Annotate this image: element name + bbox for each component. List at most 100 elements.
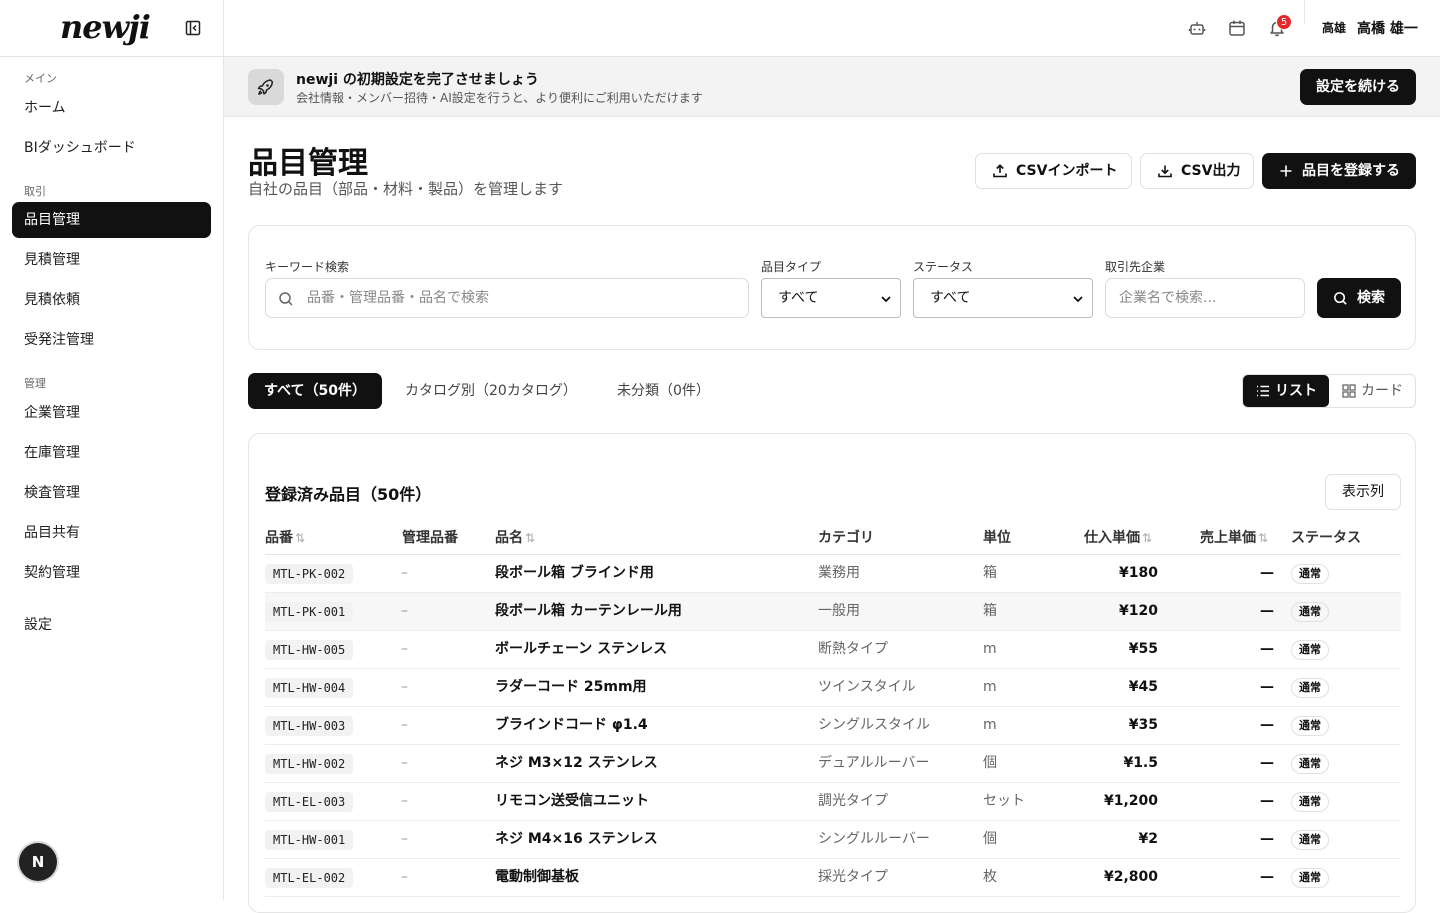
calendar-icon[interactable] bbox=[1228, 19, 1246, 37]
item-mgmt-code: – bbox=[401, 831, 408, 847]
item-sell-price: — bbox=[1260, 603, 1274, 619]
register-item-button[interactable]: 品目を登録する bbox=[1262, 153, 1416, 189]
item-sell-price: — bbox=[1260, 831, 1274, 847]
csv-export-button[interactable]: CSV出力 bbox=[1140, 153, 1254, 189]
status-badge: 通常 bbox=[1291, 640, 1329, 660]
notification-badge: 5 bbox=[1276, 14, 1292, 30]
csv-import-label: CSVインポート bbox=[1016, 163, 1118, 179]
status-badge: 通常 bbox=[1291, 564, 1329, 584]
search-button[interactable]: 検索 bbox=[1317, 278, 1401, 318]
sidebar-item-home[interactable]: ホーム bbox=[12, 90, 211, 126]
sidebar-section-admin: 管理 bbox=[24, 377, 46, 390]
keyword-search-input[interactable]: 品番・管理品番・品名で検索 bbox=[265, 278, 749, 318]
status-select[interactable]: すべて bbox=[913, 278, 1093, 318]
table-row[interactable]: MTL-PK-001 – 段ボール箱 カーテンレール用 一般用 箱 ¥120 — 通常 bbox=[265, 593, 1401, 631]
item-name[interactable]: ブラインドコード φ1.4 bbox=[495, 707, 648, 744]
item-category: ツインスタイル bbox=[818, 679, 916, 695]
sidebar-item-orders[interactable]: 受発注管理 bbox=[12, 322, 211, 358]
item-name[interactable]: リモコン送受信ユニット bbox=[495, 783, 649, 820]
status-badge: 通常 bbox=[1291, 716, 1329, 736]
robot-icon[interactable] bbox=[1188, 19, 1206, 37]
sidebar-item-contracts[interactable]: 契約管理 bbox=[12, 555, 211, 591]
sidebar-section-trade: 取引 bbox=[24, 185, 46, 198]
item-code: MTL-HW-005 bbox=[265, 640, 354, 660]
sidebar-item-inventory[interactable]: 在庫管理 bbox=[12, 435, 211, 471]
search-icon bbox=[279, 292, 293, 306]
table-row[interactable]: MTL-PK-002 – 段ボール箱 ブラインド用 業務用 箱 ¥180 — 通常 bbox=[265, 555, 1401, 593]
column-header-sell-label: 売上単価 bbox=[1200, 530, 1256, 546]
continue-setup-button[interactable]: 設定を続ける bbox=[1300, 69, 1416, 105]
sort-icon: ⇅ bbox=[295, 531, 306, 545]
item-name[interactable]: 段ボール箱 カーテンレール用 bbox=[495, 593, 682, 630]
item-unit: m bbox=[983, 717, 997, 733]
sidebar-item-items[interactable]: 品目管理 bbox=[12, 202, 211, 238]
item-code: MTL-HW-002 bbox=[265, 754, 354, 774]
sidebar-collapse-icon[interactable] bbox=[185, 20, 201, 36]
table-row[interactable]: MTL-HW-003 – ブラインドコード φ1.4 シングルスタイル m ¥35 — 通常 bbox=[265, 707, 1401, 745]
table-row[interactable]: MTL-HW-001 – ネジ M4×16 ステンレス シングルルーバー 個 ¥2 — 通常 bbox=[265, 821, 1401, 859]
item-name[interactable]: 段ボール箱 ブラインド用 bbox=[495, 555, 654, 592]
partner-search-input[interactable]: 企業名で検索... bbox=[1105, 278, 1305, 318]
item-sell-price: — bbox=[1260, 793, 1274, 809]
item-mgmt-code: – bbox=[401, 679, 408, 695]
partner-label: 取引先企業 bbox=[1105, 260, 1166, 274]
column-header-sell-price[interactable]: 売上単価 ⇅ bbox=[1200, 527, 1268, 547]
item-name[interactable]: ネジ M3×12 ステンレス bbox=[495, 745, 658, 782]
item-unit: 個 bbox=[983, 755, 997, 771]
csv-import-button[interactable]: CSVインポート bbox=[975, 153, 1132, 189]
user-name[interactable]: 高橋 雄一 bbox=[1357, 18, 1418, 38]
item-mgmt-code: – bbox=[401, 641, 408, 657]
sidebar-item-inspection[interactable]: 検査管理 bbox=[12, 475, 211, 511]
item-type-select[interactable]: すべて bbox=[761, 278, 901, 318]
tab-unclassified[interactable]: 未分類（0件） bbox=[617, 373, 710, 409]
table-row[interactable]: MTL-HW-005 – ボールチェーン ステンレス 断熱タイプ m ¥55 — 通常 bbox=[265, 631, 1401, 669]
column-header-name-label: 品名 bbox=[495, 530, 523, 546]
table-row[interactable]: MTL-EL-003 – リモコン送受信ユニット 調光タイプ セット ¥1,200 — 通常 bbox=[265, 783, 1401, 821]
item-mgmt-code: – bbox=[401, 603, 408, 619]
sidebar-item-companies[interactable]: 企業管理 bbox=[12, 395, 211, 431]
table-row[interactable]: MTL-EL-002 – 電動制御基板 採光タイプ 枚 ¥2,800 — 通常 bbox=[265, 859, 1401, 897]
table-row[interactable]: MTL-HW-004 – ラダーコード 25mm用 ツインスタイル m ¥45 — 通常 bbox=[265, 669, 1401, 707]
item-code: MTL-EL-002 bbox=[265, 868, 354, 888]
search-button-label: 検索 bbox=[1357, 290, 1385, 306]
item-sell-price: — bbox=[1260, 641, 1274, 657]
item-code: MTL-HW-001 bbox=[265, 830, 354, 850]
sidebar-item-bi-dashboard[interactable]: BIダッシュボード bbox=[12, 130, 211, 166]
column-header-code[interactable]: 品番 ⇅ bbox=[265, 527, 305, 547]
grid-icon bbox=[1342, 384, 1356, 398]
item-unit: m bbox=[983, 641, 997, 657]
sidebar-item-settings[interactable]: 設定 bbox=[12, 607, 211, 643]
upload-icon bbox=[993, 164, 1007, 178]
item-unit: 枚 bbox=[983, 869, 997, 885]
plus-icon bbox=[1280, 165, 1292, 177]
item-code: MTL-HW-004 bbox=[265, 678, 354, 698]
columns-button[interactable]: 表示列 bbox=[1325, 474, 1401, 510]
sidebar-header: newji bbox=[0, 0, 223, 57]
header-divider bbox=[1304, 0, 1305, 24]
filter-panel: キーワード検索 品番・管理品番・品名で検索 品目タイプ すべて ステータス すべ… bbox=[248, 225, 1416, 350]
tab-all[interactable]: すべて（50件） bbox=[248, 373, 382, 409]
list-view-button[interactable]: リスト bbox=[1243, 375, 1329, 407]
card-view-label: カード bbox=[1361, 383, 1403, 399]
table-row[interactable]: MTL-HW-002 – ネジ M3×12 ステンレス デュアルルーバー 個 ¥1.5 — 通… bbox=[265, 745, 1401, 783]
column-header-buy-price[interactable]: 仕入単価 ⇅ bbox=[1084, 527, 1152, 547]
rocket-icon bbox=[248, 69, 284, 105]
item-category: シングルルーバー bbox=[818, 831, 930, 847]
app-avatar-button[interactable]: N bbox=[19, 843, 57, 881]
sidebar-item-quotes[interactable]: 見積管理 bbox=[12, 242, 211, 278]
tab-by-catalog[interactable]: カタログ別（20カタログ） bbox=[405, 373, 577, 409]
item-buy-price: ¥120 bbox=[1119, 603, 1158, 619]
column-header-name[interactable]: 品名 ⇅ bbox=[495, 527, 535, 547]
sidebar-item-item-sharing[interactable]: 品目共有 bbox=[12, 515, 211, 551]
item-name[interactable]: 電動制御基板 bbox=[495, 859, 579, 896]
status-badge: 通常 bbox=[1291, 792, 1329, 812]
item-name[interactable]: ラダーコード 25mm用 bbox=[495, 669, 647, 706]
user-short-name[interactable]: 高雄 bbox=[1322, 19, 1346, 36]
item-unit: 個 bbox=[983, 831, 997, 847]
sidebar-item-quote-requests[interactable]: 見積依頼 bbox=[12, 282, 211, 318]
item-mgmt-code: – bbox=[401, 717, 408, 733]
logo[interactable]: newji bbox=[60, 8, 151, 46]
item-name[interactable]: ネジ M4×16 ステンレス bbox=[495, 821, 658, 858]
card-view-button[interactable]: カード bbox=[1329, 375, 1416, 407]
item-name[interactable]: ボールチェーン ステンレス bbox=[495, 631, 667, 668]
